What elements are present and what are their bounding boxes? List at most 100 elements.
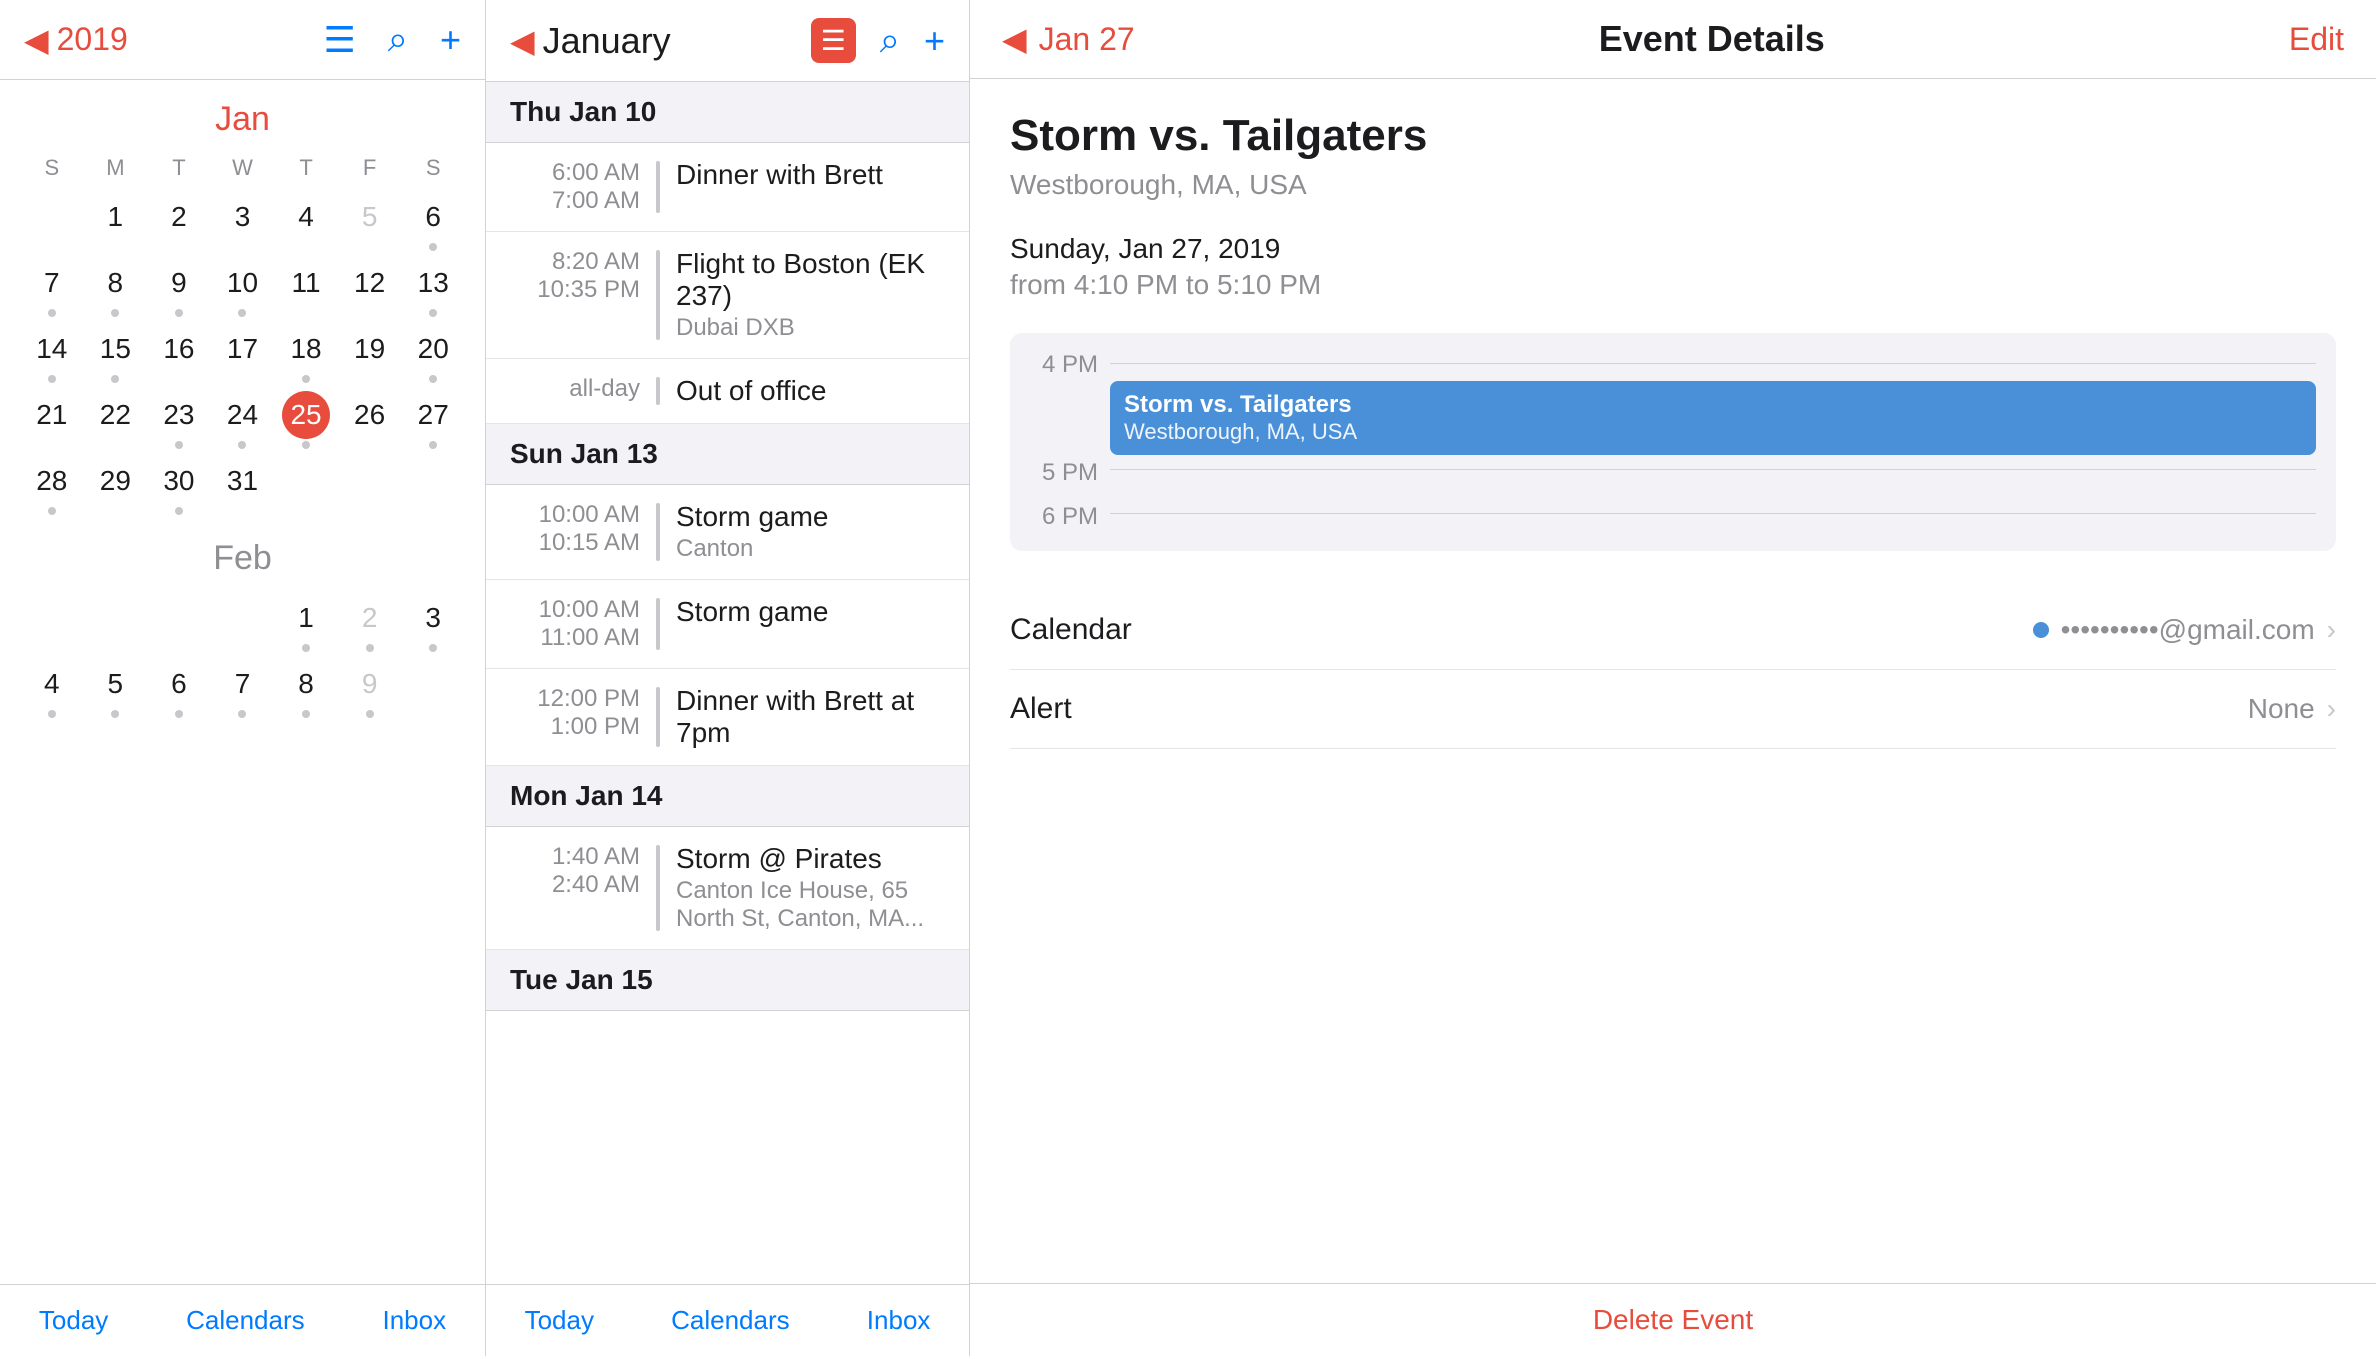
cal-day-jan[interactable]: 27 — [401, 387, 465, 453]
calendars-tab-mid[interactable]: Calendars — [671, 1305, 790, 1336]
cal-day-jan[interactable]: 3 — [211, 189, 275, 255]
cal-day-jan[interactable]: 13 — [401, 255, 465, 321]
event-end-time: 7:00 AM — [552, 187, 640, 215]
day-dot — [48, 507, 56, 515]
cal-day-feb — [147, 590, 211, 656]
day-number: 7 — [28, 259, 76, 307]
cal-day-jan[interactable]: 11 — [274, 255, 338, 321]
cal-day-jan[interactable]: 18 — [274, 321, 338, 387]
event-row[interactable]: all-day Out of office — [486, 359, 969, 424]
cal-day-jan[interactable]: 1 — [84, 189, 148, 255]
cal-day-jan[interactable]: 28 — [20, 453, 84, 519]
cal-day-feb[interactable]: 3 — [401, 590, 465, 656]
cal-day-jan[interactable]: 12 — [338, 255, 402, 321]
cal-day-jan[interactable]: 21 — [20, 387, 84, 453]
event-row[interactable]: 10:00 AM11:00 AMStorm game — [486, 580, 969, 669]
cal-day-jan[interactable]: 23 — [147, 387, 211, 453]
cal-day-jan[interactable]: 22 — [84, 387, 148, 453]
day-number: 17 — [218, 325, 266, 373]
calendars-tab-left[interactable]: Calendars — [186, 1305, 305, 1336]
back-year-arrow[interactable]: ◀ — [24, 21, 49, 59]
cal-day-feb[interactable]: 4 — [20, 656, 84, 722]
cal-day-jan[interactable]: 5 — [338, 189, 402, 255]
today-tab-mid[interactable]: Today — [525, 1305, 594, 1336]
back-month-arrow[interactable]: ◀ — [510, 22, 535, 60]
cal-day-jan[interactable]: 14 — [20, 321, 84, 387]
day-dot — [302, 375, 310, 383]
day-number: 6 — [409, 193, 457, 241]
cal-day-feb[interactable]: 6 — [147, 656, 211, 722]
cal-day-feb[interactable]: 5 — [84, 656, 148, 722]
inbox-tab-mid[interactable]: Inbox — [867, 1305, 931, 1336]
cal-day-jan[interactable]: 30 — [147, 453, 211, 519]
cal-day-jan[interactable]: 29 — [84, 453, 148, 519]
event-content: Out of office — [676, 375, 945, 407]
today-tab-left[interactable]: Today — [39, 1305, 108, 1336]
cal-day-jan[interactable]: 25 — [274, 387, 338, 453]
mid-bottom-bar: Today Calendars Inbox — [486, 1284, 969, 1356]
tl-line-2 — [1110, 469, 2316, 487]
cal-day-feb[interactable]: 2 — [338, 590, 402, 656]
event-row[interactable]: 8:20 AM10:35 PMFlight to Boston (EK 237)… — [486, 232, 969, 359]
cal-day-jan[interactable]: 10 — [211, 255, 275, 321]
event-end-time: 10:15 AM — [539, 529, 640, 557]
day-header: Tue Jan 15 — [486, 950, 969, 1011]
cal-day-jan[interactable]: 4 — [274, 189, 338, 255]
calendar-value-container[interactable]: ••••••••••@gmail.com › — [2033, 614, 2336, 646]
event-row[interactable]: 1:40 AM2:40 AMStorm @ PiratesCanton Ice … — [486, 827, 969, 950]
cal-day-feb[interactable]: 7 — [211, 656, 275, 722]
edit-button[interactable]: Edit — [2289, 21, 2344, 58]
cal-day-jan[interactable]: 7 — [20, 255, 84, 321]
day-number: 22 — [91, 391, 139, 439]
event-title: Dinner with Brett at 7pm — [676, 685, 945, 749]
day-number: 9 — [346, 660, 394, 708]
tl-block-sub: Westborough, MA, USA — [1124, 419, 2302, 445]
day-number — [28, 193, 76, 241]
list-view-icon[interactable]: ☰ — [324, 19, 356, 61]
event-row[interactable]: 10:00 AM10:15 AMStorm gameCanton — [486, 485, 969, 580]
day-dot — [48, 375, 56, 383]
event-row[interactable]: 6:00 AM7:00 AMDinner with Brett — [486, 143, 969, 232]
search-icon[interactable]: ⌕ — [388, 18, 408, 61]
day-number — [155, 594, 203, 642]
cal-day-jan[interactable]: 20 — [401, 321, 465, 387]
add-event-icon[interactable]: + — [440, 19, 461, 61]
day-number: 9 — [155, 259, 203, 307]
day-number: 5 — [346, 193, 394, 241]
day-dot — [366, 710, 374, 718]
back-day-arrow[interactable]: ◀ — [1002, 20, 1027, 58]
cal-day-jan[interactable]: 26 — [338, 387, 402, 453]
cal-day-jan[interactable]: 19 — [338, 321, 402, 387]
inbox-tab-left[interactable]: Inbox — [382, 1305, 446, 1336]
alert-value-container[interactable]: None › — [2248, 693, 2336, 725]
event-start-time: 12:00 PM — [537, 685, 640, 713]
event-start-time: 8:20 AM — [552, 248, 640, 276]
day-dot — [111, 309, 119, 317]
event-end-time: 10:35 PM — [537, 276, 640, 304]
cal-day-jan[interactable]: 16 — [147, 321, 211, 387]
cal-day-jan[interactable]: 31 — [211, 453, 275, 519]
cal-day-jan[interactable]: 9 — [147, 255, 211, 321]
list-view-active-icon[interactable]: ☰ — [811, 18, 856, 63]
cal-day-feb[interactable]: 1 — [274, 590, 338, 656]
calendar-dot — [2033, 622, 2049, 638]
mid-search-icon[interactable]: ⌕ — [880, 19, 900, 62]
tl-block-title: Storm vs. Tailgaters — [1124, 391, 2302, 419]
delete-event-button[interactable]: Delete Event — [1593, 1304, 1753, 1336]
day-number: 1 — [91, 193, 139, 241]
event-start-time: all-day — [569, 375, 640, 403]
cal-day-jan[interactable]: 24 — [211, 387, 275, 453]
cal-day-feb[interactable]: 9 — [338, 656, 402, 722]
cal-day-jan[interactable]: 6 — [401, 189, 465, 255]
cal-day-jan[interactable]: 8 — [84, 255, 148, 321]
right-header: ◀ Jan 27 Event Details Edit — [970, 0, 2376, 79]
cal-day-jan[interactable]: 15 — [84, 321, 148, 387]
cal-day-jan[interactable]: 2 — [147, 189, 211, 255]
day-number: 7 — [218, 660, 266, 708]
event-row[interactable]: 12:00 PM1:00 PMDinner with Brett at 7pm — [486, 669, 969, 766]
mid-add-icon[interactable]: + — [924, 20, 945, 62]
cal-day-jan[interactable]: 17 — [211, 321, 275, 387]
cal-day-feb[interactable]: 8 — [274, 656, 338, 722]
day-dot — [429, 243, 437, 251]
tl-event-block[interactable]: Storm vs. Tailgaters Westborough, MA, US… — [1110, 381, 2316, 455]
